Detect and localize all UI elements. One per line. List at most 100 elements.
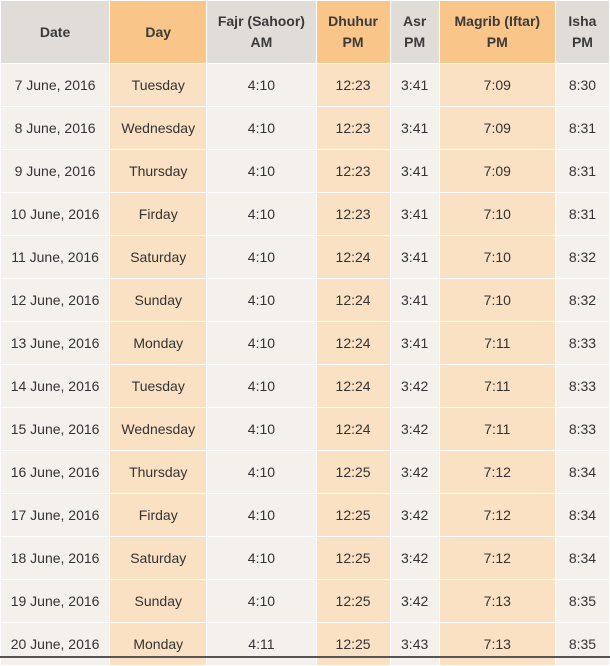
table-row: 7 June, 2016 Tuesday 4:10 12:23 3:41 7:0… bbox=[1, 64, 609, 106]
dhuhur-cell: 12:23 bbox=[316, 107, 390, 149]
date-cell: 8 June, 2016 bbox=[1, 107, 110, 149]
date-cell: 14 June, 2016 bbox=[1, 365, 110, 407]
table-row: 13 June, 2016 Monday 4:10 12:24 3:41 7:1… bbox=[1, 322, 609, 364]
table-row: 18 June, 2016 Saturday 4:10 12:25 3:42 7… bbox=[1, 537, 609, 579]
asr-cell: 3:42 bbox=[390, 408, 439, 450]
day-cell: Wednesday bbox=[110, 107, 207, 149]
table-row: 17 June, 2016 Firday 4:10 12:25 3:42 7:1… bbox=[1, 494, 609, 536]
fajr-cell: 4:10 bbox=[207, 537, 316, 579]
date-cell: 10 June, 2016 bbox=[1, 193, 110, 235]
header-fajr: Fajr (Sahoor) AM bbox=[207, 1, 316, 63]
date-cell: 17 June, 2016 bbox=[1, 494, 110, 536]
dhuhur-cell: 12:23 bbox=[316, 193, 390, 235]
prayer-timetable: Date Day Fajr (Sahoor) AM Dhuhur PM Asr PM … bbox=[0, 0, 610, 666]
asr-cell: 3:42 bbox=[390, 494, 439, 536]
date-cell: 18 June, 2016 bbox=[1, 537, 110, 579]
magrib-cell: 7:09 bbox=[439, 64, 555, 106]
date-cell: 16 June, 2016 bbox=[1, 451, 110, 493]
fajr-cell: 4:10 bbox=[207, 279, 316, 321]
header-isha: Isha PM bbox=[555, 1, 609, 63]
magrib-cell: 7:12 bbox=[439, 451, 555, 493]
isha-cell: 8:31 bbox=[555, 150, 609, 192]
dhuhur-cell: 12:24 bbox=[316, 322, 390, 364]
asr-cell: 3:41 bbox=[390, 193, 439, 235]
header-row: Date Day Fajr (Sahoor) AM Dhuhur PM Asr PM … bbox=[1, 1, 609, 63]
bottom-divider bbox=[0, 656, 610, 658]
magrib-cell: 7:12 bbox=[439, 537, 555, 579]
fajr-cell: 4:10 bbox=[207, 580, 316, 622]
fajr-cell: 4:10 bbox=[207, 365, 316, 407]
day-cell: Sunday bbox=[110, 279, 207, 321]
header-fajr-label: Fajr (Sahoor) bbox=[217, 13, 305, 29]
fajr-cell: 4:10 bbox=[207, 193, 316, 235]
header-magrib-period: PM bbox=[486, 34, 508, 50]
fajr-cell: 4:10 bbox=[207, 236, 316, 278]
magrib-cell: 7:10 bbox=[439, 236, 555, 278]
isha-cell: 8:33 bbox=[555, 365, 609, 407]
day-cell: Wednesday bbox=[110, 408, 207, 450]
day-cell: Thursday bbox=[110, 451, 207, 493]
header-asr-period: PM bbox=[404, 34, 426, 50]
magrib-cell: 7:12 bbox=[439, 494, 555, 536]
asr-cell: 3:42 bbox=[390, 537, 439, 579]
asr-cell: 3:41 bbox=[390, 279, 439, 321]
fajr-cell: 4:10 bbox=[207, 451, 316, 493]
table-row: 9 June, 2016 Thursday 4:10 12:23 3:41 7:… bbox=[1, 150, 609, 192]
isha-cell: 8:30 bbox=[555, 64, 609, 106]
day-cell: Tuesday bbox=[110, 64, 207, 106]
fajr-cell: 4:10 bbox=[207, 64, 316, 106]
header-asr-label: Asr bbox=[402, 13, 427, 29]
date-cell: 19 June, 2016 bbox=[1, 580, 110, 622]
day-cell: Saturday bbox=[110, 236, 207, 278]
date-cell: 15 June, 2016 bbox=[1, 408, 110, 450]
asr-cell: 3:41 bbox=[390, 150, 439, 192]
date-cell: 7 June, 2016 bbox=[1, 64, 110, 106]
fajr-cell: 4:10 bbox=[207, 322, 316, 364]
dhuhur-cell: 12:25 bbox=[316, 451, 390, 493]
asr-cell: 3:41 bbox=[390, 322, 439, 364]
day-cell: Monday bbox=[110, 322, 207, 364]
header-dhuhur: Dhuhur PM bbox=[316, 1, 390, 63]
fajr-cell: 4:10 bbox=[207, 107, 316, 149]
header-isha-period: PM bbox=[571, 34, 593, 50]
header-fajr-period: AM bbox=[250, 34, 273, 50]
asr-cell: 3:41 bbox=[390, 107, 439, 149]
dhuhur-cell: 12:25 bbox=[316, 537, 390, 579]
day-cell: Firday bbox=[110, 494, 207, 536]
fajr-cell: 4:10 bbox=[207, 408, 316, 450]
day-cell: Firday bbox=[110, 193, 207, 235]
date-cell: 12 June, 2016 bbox=[1, 279, 110, 321]
date-cell: 11 June, 2016 bbox=[1, 236, 110, 278]
dhuhur-cell: 12:24 bbox=[316, 279, 390, 321]
header-dhuhur-label: Dhuhur bbox=[328, 13, 378, 29]
table-row: 19 June, 2016 Sunday 4:10 12:25 3:42 7:1… bbox=[1, 580, 609, 622]
magrib-cell: 7:11 bbox=[439, 322, 555, 364]
dhuhur-cell: 12:24 bbox=[316, 365, 390, 407]
day-cell: Saturday bbox=[110, 537, 207, 579]
header-isha-label: Isha bbox=[568, 13, 597, 29]
magrib-cell: 7:13 bbox=[439, 580, 555, 622]
magrib-cell: 7:10 bbox=[439, 279, 555, 321]
isha-cell: 8:32 bbox=[555, 236, 609, 278]
table-row: 11 June, 2016 Saturday 4:10 12:24 3:41 7… bbox=[1, 236, 609, 278]
dhuhur-cell: 12:23 bbox=[316, 64, 390, 106]
isha-cell: 8:32 bbox=[555, 279, 609, 321]
fajr-cell: 4:10 bbox=[207, 150, 316, 192]
isha-cell: 8:34 bbox=[555, 537, 609, 579]
table-row: 8 June, 2016 Wednesday 4:10 12:23 3:41 7… bbox=[1, 107, 609, 149]
magrib-cell: 7:11 bbox=[439, 365, 555, 407]
dhuhur-cell: 12:25 bbox=[316, 494, 390, 536]
table-row: 14 June, 2016 Tuesday 4:10 12:24 3:42 7:… bbox=[1, 365, 609, 407]
asr-cell: 3:42 bbox=[390, 580, 439, 622]
magrib-cell: 7:09 bbox=[439, 150, 555, 192]
date-cell: 9 June, 2016 bbox=[1, 150, 110, 192]
header-asr: Asr PM bbox=[390, 1, 439, 63]
header-magrib: Magrib (Iftar) PM bbox=[439, 1, 555, 63]
asr-cell: 3:41 bbox=[390, 236, 439, 278]
dhuhur-cell: 12:24 bbox=[316, 236, 390, 278]
table-row: 12 June, 2016 Sunday 4:10 12:24 3:41 7:1… bbox=[1, 279, 609, 321]
date-cell: 13 June, 2016 bbox=[1, 322, 110, 364]
day-cell: Thursday bbox=[110, 150, 207, 192]
isha-cell: 8:34 bbox=[555, 494, 609, 536]
asr-cell: 3:42 bbox=[390, 451, 439, 493]
